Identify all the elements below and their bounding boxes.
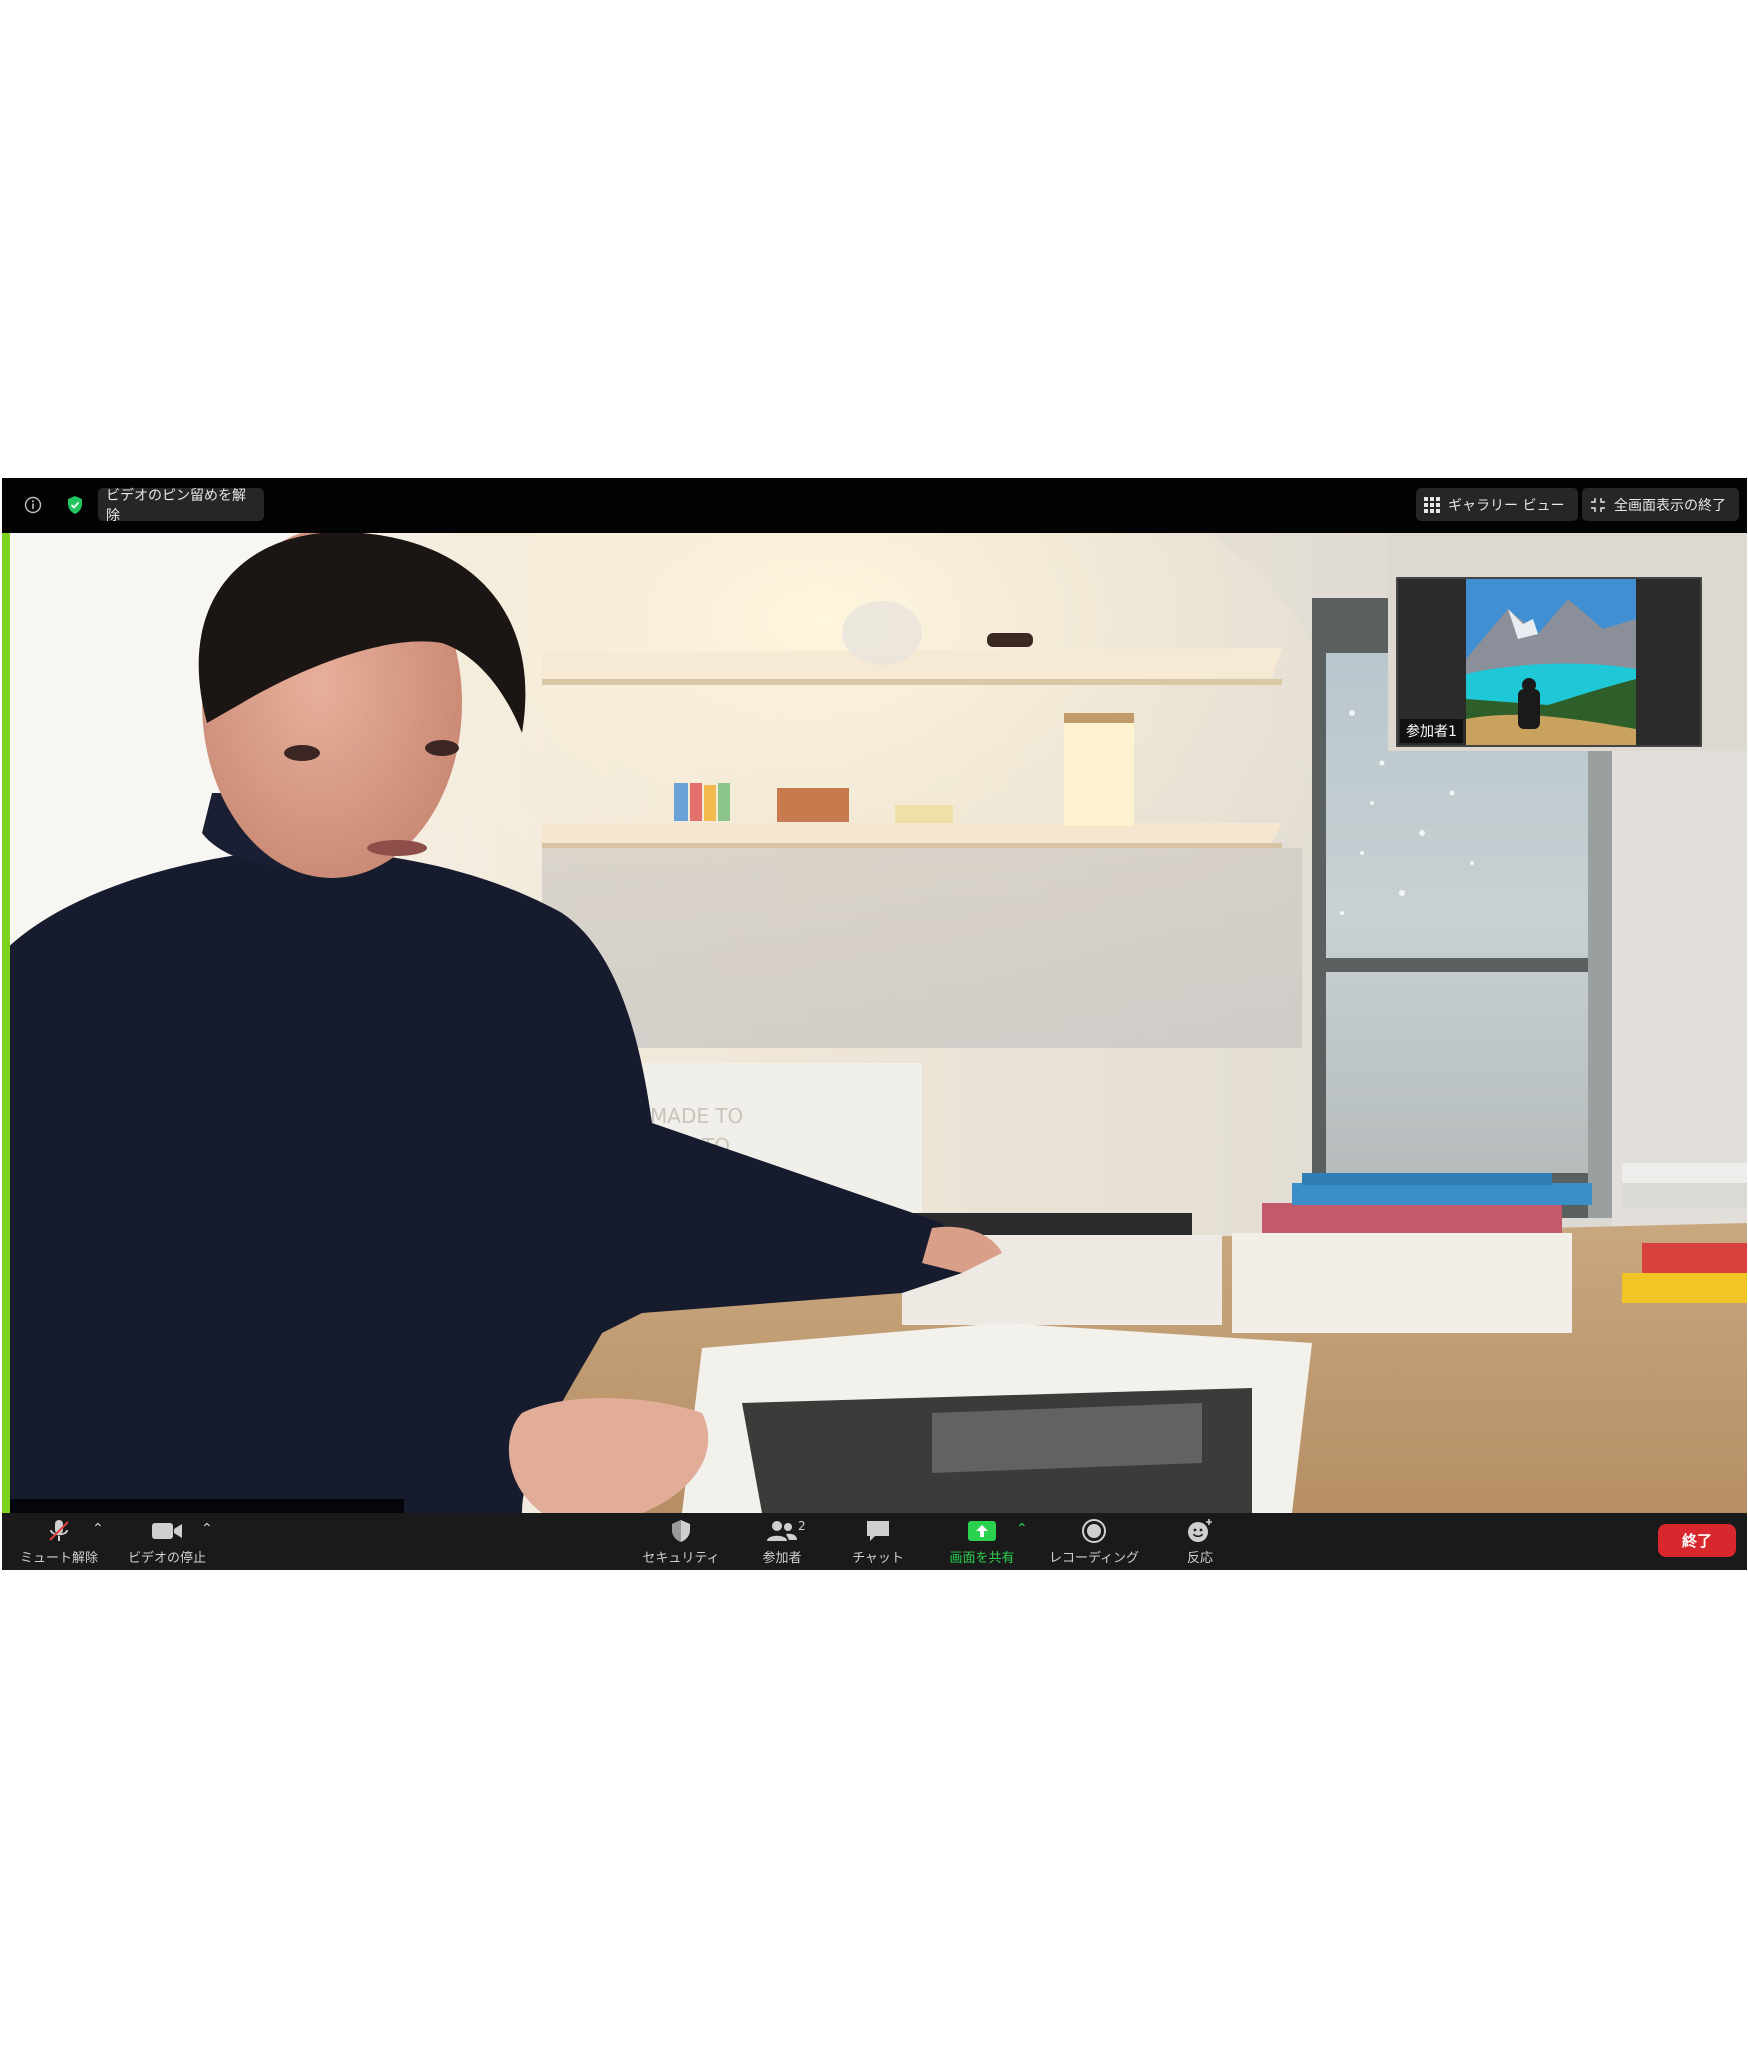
audio-options-chevron-icon[interactable]: ⌃: [92, 1521, 104, 1537]
unmute-label: ミュート解除: [19, 1550, 98, 1566]
unpin-video-button[interactable]: ビデオのピン留めを解除: [98, 488, 264, 524]
record-button[interactable]: レコーディング: [1042, 1513, 1146, 1570]
zoom-meeting-window: ビデオのピン留めを解除 ギャラリー ビュー 全画面表示の終了 MADE TO 参…: [2, 478, 1747, 1570]
shield-check-icon: [68, 495, 82, 514]
share-options-chevron-icon[interactable]: ⌃: [1016, 1521, 1028, 1537]
participants-count: 2: [798, 1519, 806, 1533]
active-speaker-border: [2, 533, 10, 1513]
participants-label: 参加者: [762, 1550, 802, 1566]
video-camera-icon: [152, 1522, 182, 1539]
stop-video-label: ビデオの停止: [127, 1550, 206, 1566]
exit-fullscreen-icon: [1591, 497, 1605, 512]
meeting-info-button[interactable]: [16, 488, 50, 521]
top-bar: ビデオのピン留めを解除 ギャラリー ビュー 全画面表示の終了: [2, 478, 1747, 533]
video-options-chevron-icon[interactable]: ⌃: [201, 1521, 213, 1537]
speaker-name-badge: RYOSUKE KATO: [10, 1499, 405, 1513]
security-label: セキュリティ: [642, 1550, 720, 1566]
participants-button[interactable]: 参加者: [742, 1513, 822, 1570]
security-button[interactable]: セキュリティ: [636, 1513, 726, 1570]
emoji-reaction-icon: [1188, 1518, 1212, 1542]
exit-fullscreen-label: 全画面表示の終了: [1614, 497, 1726, 514]
stop-video-button[interactable]: ビデオの停止: [124, 1513, 210, 1570]
thumbnail-participant-label: 参加者1: [1400, 719, 1463, 743]
unmute-button[interactable]: ミュート解除: [16, 1513, 102, 1570]
share-screen-icon: [968, 1520, 996, 1541]
gallery-view-label: ギャラリー ビュー: [1448, 497, 1565, 514]
record-icon: [1082, 1518, 1106, 1543]
chat-label: チャット: [852, 1550, 904, 1566]
gallery-view-button[interactable]: ギャラリー ビュー: [1416, 488, 1578, 521]
chat-button[interactable]: チャット: [838, 1513, 918, 1570]
whiteboard-line: MADE TO: [650, 1104, 743, 1128]
share-screen-label: 画面を共有: [949, 1550, 1015, 1566]
participant-thumbnail[interactable]: 参加者1: [1396, 577, 1702, 747]
meeting-controls-toolbar: ミュート解除 ⌃ ビデオの停止 ⌃ セキュリティ 参加者 2 チャット 画面を共…: [2, 1513, 1747, 1570]
reactions-button[interactable]: 反応: [1162, 1513, 1238, 1570]
end-meeting-button[interactable]: 終了: [1658, 1524, 1736, 1557]
record-label: レコーディング: [1048, 1550, 1140, 1566]
unpin-video-label: ビデオのピン留めを解除: [106, 487, 246, 524]
participants-icon: [767, 1520, 797, 1541]
muted-microphone-icon: [49, 1519, 69, 1541]
security-shield-icon: [672, 1519, 690, 1542]
exit-fullscreen-button[interactable]: 全画面表示の終了: [1582, 488, 1739, 521]
info-icon: [24, 496, 42, 513]
reactions-label: 反応: [1186, 1550, 1213, 1566]
share-screen-button[interactable]: 画面を共有: [936, 1513, 1028, 1570]
chat-bubble-icon: [867, 1520, 889, 1541]
grid-icon: [1424, 496, 1440, 513]
encryption-status-button[interactable]: [58, 488, 92, 521]
